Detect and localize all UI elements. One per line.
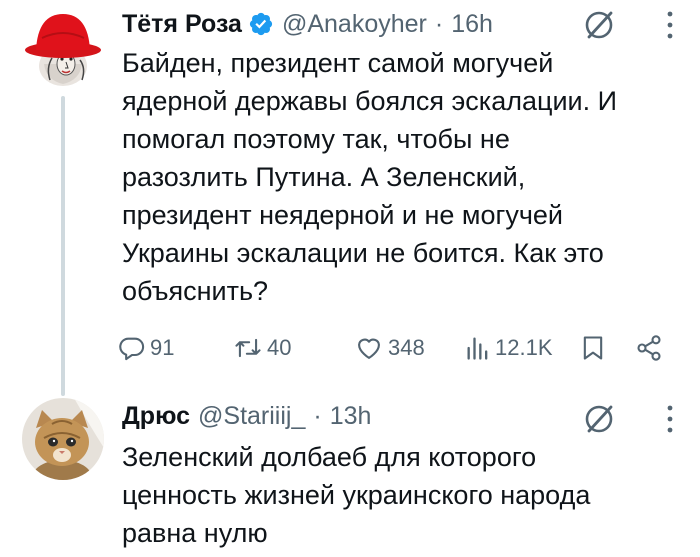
repost-icon	[235, 338, 261, 358]
display-name[interactable]: Тётя Роза	[122, 10, 242, 39]
tweet-text-line: Байден, президент самой могучей	[122, 48, 554, 78]
tweet-text-line: разозлить Путина. А Зеленский,	[122, 162, 526, 192]
tweet-text-line: объяснить?	[122, 276, 269, 306]
tweet-header: Тётя Роза @Anakoyher · 16h	[122, 4, 493, 44]
tweet-thread: Тётя Роза @Anakoyher · 16h Байден, прези…	[0, 0, 700, 557]
timestamp[interactable]: 16h	[451, 10, 493, 39]
repost-count: 40	[267, 335, 292, 360]
tweet-text: Зеленский долбаеб для которого ценность …	[122, 438, 682, 552]
thread-connector-line	[61, 96, 65, 396]
share-button[interactable]	[635, 328, 663, 368]
tweet-text-line: Зеленский долбаеб для которого	[122, 442, 537, 472]
reply-icon	[119, 337, 145, 361]
user-handle[interactable]: @Anakoyher	[282, 10, 427, 39]
avatar[interactable]	[22, 398, 104, 480]
separator-dot: ·	[313, 401, 322, 430]
repost-button[interactable]: 40	[233, 328, 291, 368]
bookmark-icon	[583, 336, 603, 360]
kitten-avatar-icon	[22, 398, 104, 480]
avatar[interactable]	[22, 8, 104, 90]
verified-badge-icon[interactable]	[248, 11, 274, 37]
tweet-text-line: президент неядерной и не могучей	[122, 200, 564, 230]
tweet-text-line: ценность жизней украинского народа	[122, 480, 591, 510]
tweet-text-line: помогал поэтому так, чтобы не	[122, 124, 510, 154]
tweet-text: Байден, президент самой могучей ядерной …	[122, 44, 682, 310]
display-name[interactable]: Дрюс	[122, 402, 190, 431]
tweet-text-line: равна нулю	[122, 518, 268, 548]
separator-dot: ·	[434, 9, 444, 38]
like-button[interactable]: 348	[354, 328, 425, 368]
view-count: 12.1K	[495, 335, 553, 360]
like-count: 348	[388, 335, 425, 360]
grok-icon[interactable]	[580, 6, 618, 44]
bookmark-button[interactable]	[580, 328, 606, 368]
tweet-actions-bar: 91 40 348 12.1K	[118, 328, 678, 368]
views-button[interactable]: 12.1K	[465, 328, 553, 368]
user-handle[interactable]: @Stariiij_	[198, 402, 305, 431]
share-icon	[637, 335, 661, 361]
tweet[interactable]: Тётя Роза @Anakoyher · 16h Байден, прези…	[0, 0, 700, 396]
tweet-text-line: ядерной державы боялся эскалации. И	[122, 86, 618, 116]
heart-icon	[358, 338, 380, 359]
grok-icon[interactable]	[580, 400, 618, 438]
timestamp[interactable]: 13h	[330, 402, 372, 431]
tweet[interactable]: Дрюс @Stariiij_ · 13h Зеленский долбаеб …	[0, 388, 700, 557]
tweet-text-line: Украины эскалации не боится. Как это	[122, 238, 604, 268]
more-options-icon[interactable]	[666, 10, 674, 40]
more-options-icon[interactable]	[666, 404, 674, 434]
reply-count: 91	[150, 335, 175, 360]
tweet-header: Дрюс @Stariiij_ · 13h	[122, 396, 371, 436]
red-hat-lady-avatar-icon	[22, 8, 104, 90]
analytics-icon	[467, 337, 488, 360]
reply-button[interactable]: 91	[118, 328, 174, 368]
